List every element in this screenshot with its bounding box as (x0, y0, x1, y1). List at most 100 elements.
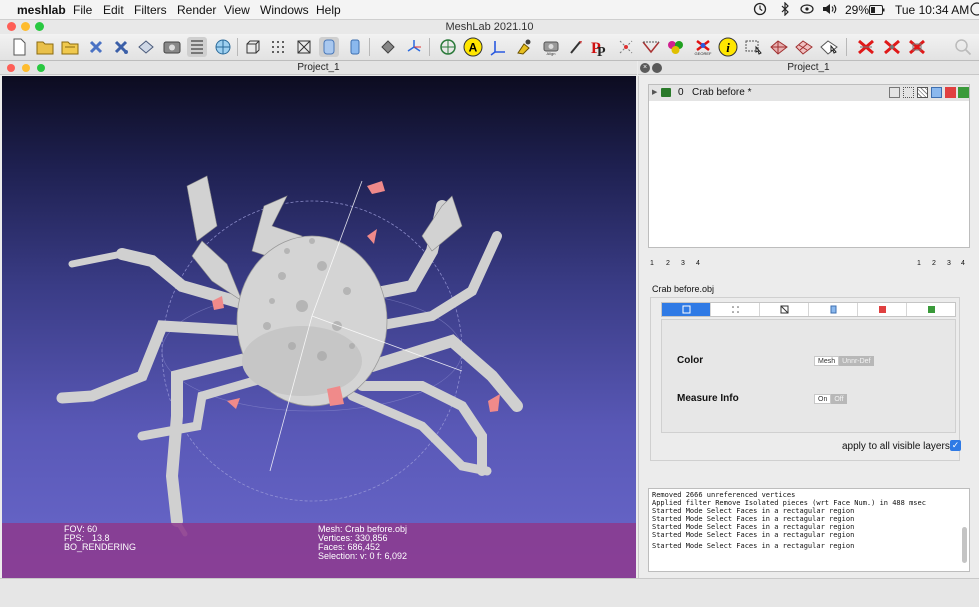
menu-edit[interactable]: Edit (103, 3, 124, 17)
layer-visible-eye-icon[interactable] (661, 88, 671, 97)
time-machine-icon[interactable] (753, 2, 767, 19)
svg-text:i: i (726, 40, 730, 55)
search-icon[interactable] (953, 37, 973, 57)
volume-icon[interactable] (822, 2, 838, 19)
layer-points-icon[interactable] (903, 87, 914, 98)
slot-left-4[interactable]: 4 (696, 260, 700, 267)
pick-points-icon[interactable]: PP (590, 37, 610, 57)
color-toggle[interactable]: Mesh Unnr-Def (814, 356, 874, 366)
reload-icon[interactable] (86, 37, 106, 57)
camera-icon[interactable]: Align (539, 36, 563, 58)
toolbar-separator (429, 38, 430, 56)
menubar-clock[interactable]: Tue 10:34 AM (895, 3, 969, 17)
select-polygon-icon[interactable] (819, 37, 839, 57)
points-icon[interactable] (268, 37, 288, 57)
bbox-icon[interactable] (243, 37, 263, 57)
flat-icon[interactable] (319, 37, 339, 57)
reference-frame-icon[interactable] (488, 37, 508, 57)
bluetooth-icon[interactable] (780, 1, 790, 19)
lighting-icon[interactable] (378, 37, 398, 57)
axes-icon[interactable] (404, 37, 424, 57)
annotation-a-icon[interactable]: A (463, 37, 483, 57)
georef-icon[interactable]: GEOREF (691, 36, 715, 58)
measure-info-toggle[interactable]: On Off (814, 394, 847, 404)
status-bar (0, 578, 979, 607)
points-icon (731, 306, 739, 313)
log-scrollbar[interactable] (962, 527, 967, 563)
brush-icon[interactable] (566, 37, 586, 57)
tab-texture[interactable] (858, 303, 907, 316)
menu-render[interactable]: Render (177, 3, 216, 17)
battery-percent: 29% (845, 3, 870, 17)
new-file-icon[interactable] (9, 37, 29, 57)
menu-help[interactable]: Help (316, 3, 341, 17)
layer-name[interactable]: Crab before * (692, 87, 751, 98)
layer-index: 0 (678, 87, 684, 98)
measure-option-off[interactable]: Off (831, 394, 847, 404)
tab-wireframe[interactable] (760, 303, 809, 316)
menu-filters[interactable]: Filters (134, 3, 167, 17)
delete-all-icon[interactable] (907, 37, 927, 57)
sync-icon[interactable] (800, 2, 814, 19)
layer-row[interactable]: ▶ 0 Crab before * (649, 85, 969, 101)
layer-list[interactable]: ▶ 0 Crab before * (648, 84, 970, 248)
app-menu[interactable]: meshlab (17, 3, 66, 17)
menu-file[interactable]: File (73, 3, 92, 17)
slot-left-2[interactable]: 2 (666, 260, 670, 267)
select-vertices-icon[interactable] (616, 37, 636, 57)
siri-icon[interactable] (970, 2, 979, 19)
layer-fill-icon[interactable] (931, 87, 942, 98)
delete-faces-icon[interactable] (856, 37, 876, 57)
slot-right-2[interactable]: 2 (932, 260, 936, 267)
apply-all-layers-label: apply to all visible layers (842, 441, 950, 452)
layer-texture-icon[interactable] (945, 87, 956, 98)
select-paint-icon[interactable] (794, 37, 814, 57)
paint-colors-icon[interactable] (666, 37, 686, 57)
tab-fill[interactable] (809, 303, 858, 316)
wireframe-icon[interactable] (294, 37, 314, 57)
color-option-mesh[interactable]: Mesh (814, 356, 840, 366)
slot-right-3[interactable]: 3 (947, 260, 951, 267)
3d-viewport[interactable]: FOV: 60 FPS: 13.8 BO_RENDERING Mesh: Cra… (2, 76, 636, 578)
reload-all-icon[interactable] (111, 37, 131, 57)
open-project-icon[interactable] (60, 37, 80, 57)
main-toolbar: A Align PP GEOREF i (0, 34, 979, 61)
apply-all-layers-checkbox[interactable]: ✓ (950, 440, 961, 451)
info-icon[interactable]: i (718, 37, 738, 57)
expand-arrow-icon[interactable]: ▶ (652, 88, 657, 96)
slot-left-3[interactable]: 3 (681, 260, 685, 267)
save-icon[interactable] (136, 37, 156, 57)
layer-dialog: ▶ 0 Crab before * 1 2 3 4 1 2 3 4 Crab b… (638, 76, 979, 578)
layers-icon[interactable] (187, 37, 207, 57)
menu-windows[interactable]: Windows (260, 3, 309, 17)
paint-icon[interactable] (514, 37, 534, 57)
battery-icon[interactable] (869, 4, 885, 18)
measure-option-on[interactable]: On (814, 394, 832, 404)
open-folder-icon[interactable] (35, 37, 55, 57)
menu-view[interactable]: View (224, 3, 250, 17)
layer-panel-title-bar: × Project_1 (638, 61, 979, 75)
select-faces-icon[interactable] (744, 37, 764, 57)
layer-wire-icon[interactable] (917, 87, 928, 98)
snapshot-icon[interactable] (162, 37, 182, 57)
layer-bbox-icon[interactable] (889, 87, 900, 98)
globe-icon[interactable] (213, 37, 233, 57)
measure-icon[interactable] (438, 37, 458, 57)
log-window[interactable]: Removed 2666 unreferenced vertices Appli… (648, 488, 970, 572)
smooth-icon[interactable] (345, 37, 365, 57)
layer-annotation-icon[interactable] (958, 87, 969, 98)
select-connected-icon[interactable] (641, 37, 661, 57)
log-line: Started Mode Select Faces in a rectagula… (652, 542, 855, 550)
tab-annotation[interactable] (907, 303, 955, 316)
slot-left-1[interactable]: 1 (650, 260, 654, 267)
slot-right-4[interactable]: 4 (961, 260, 965, 267)
select-faces-rect-icon[interactable] (769, 37, 789, 57)
delete-vertices-icon[interactable] (882, 37, 902, 57)
toolbar-separator (846, 38, 847, 56)
window-title-bar: MeshLab 2021.10 (0, 20, 979, 34)
color-option-user-def[interactable]: Unnr-Def (839, 356, 874, 366)
slot-right-1[interactable]: 1 (917, 260, 921, 267)
tab-bbox[interactable] (662, 303, 711, 316)
selection-count: Selection: v: 0 f: 6,092 (318, 551, 408, 561)
tab-points[interactable] (711, 303, 760, 316)
